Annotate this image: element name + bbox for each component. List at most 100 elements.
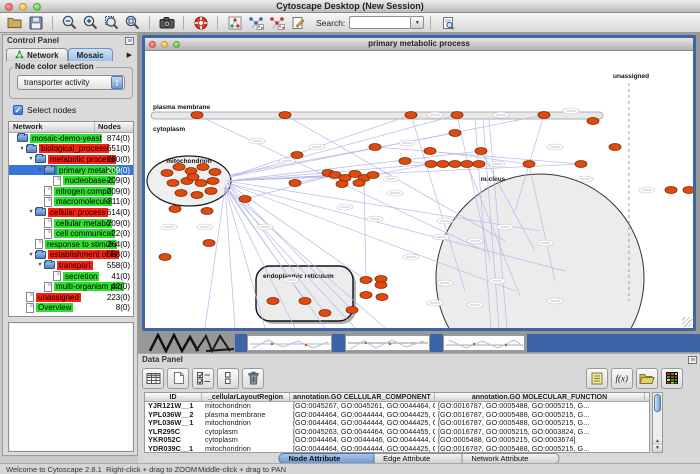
- network-node[interactable]: [575, 161, 587, 168]
- float-panel-icon[interactable]: [125, 37, 134, 45]
- search-input[interactable]: [349, 16, 411, 29]
- background-window[interactable]: [443, 335, 525, 351]
- tree-row-primary-metabol[interactable]: ▼primary metabol209(0): [9, 165, 133, 176]
- network-node[interactable]: [267, 298, 279, 305]
- search-dropdown-arrow[interactable]: ▼: [411, 16, 424, 29]
- float-panel-icon[interactable]: [688, 356, 697, 364]
- network-node[interactable]: [360, 292, 372, 299]
- tree-expander-icon[interactable]: ▼: [27, 252, 35, 258]
- network-canvas[interactable]: plasma membranecytoplasmmitochondrionnuc…: [145, 51, 693, 328]
- network-node[interactable]: [538, 112, 550, 119]
- tree-row-cellular-process[interactable]: ▼cellular process614(0): [9, 207, 133, 218]
- open-session-button[interactable]: [5, 14, 24, 31]
- new-attribute-button[interactable]: [167, 368, 189, 389]
- layout-button[interactable]: [246, 14, 265, 31]
- node-color-dropdown[interactable]: transporter activity ▲▼: [17, 75, 125, 90]
- network-edge[interactable]: [225, 187, 235, 328]
- network-node[interactable]: [587, 118, 599, 125]
- network-node[interactable]: [437, 161, 449, 168]
- tree-row-cellular-metabo[interactable]: cellular metabo209(0): [9, 218, 133, 229]
- network-node[interactable]: [291, 152, 303, 159]
- network-node[interactable]: [375, 282, 387, 289]
- import-attributes-button[interactable]: [636, 368, 658, 389]
- network-node[interactable]: [203, 240, 215, 247]
- tab-mosaic[interactable]: Mosaic: [68, 48, 113, 61]
- scrollbar-thumb[interactable]: [654, 394, 661, 412]
- network-node[interactable]: [205, 188, 217, 195]
- background-window-frame[interactable]: [430, 334, 443, 352]
- tabs-overflow-button[interactable]: ▶: [125, 49, 134, 61]
- tree-expander-icon[interactable]: ▼: [27, 156, 35, 162]
- network-node[interactable]: [369, 144, 381, 151]
- table-row[interactable]: YPL036W__1mitochondrion[GO:0044464, GO:0…: [145, 419, 649, 428]
- unselect-attributes-button[interactable]: [217, 368, 239, 389]
- zoom-fit-button[interactable]: [123, 14, 142, 31]
- notes-button[interactable]: [586, 368, 608, 389]
- network-node[interactable]: [405, 112, 417, 119]
- column-header-3[interactable]: annotation.GO MOLECULAR_FUNCTION: [435, 393, 645, 401]
- table-row[interactable]: YJR121W__1mitochondrion[GO:0045267, GO:0…: [145, 402, 649, 411]
- network-node[interactable]: [353, 180, 365, 187]
- tree-row-nitrogen-compo[interactable]: nitrogen compo209(0): [9, 186, 133, 197]
- select-nodes-checkbox[interactable]: ✓: [13, 105, 23, 115]
- zoom-in-button[interactable]: [81, 14, 100, 31]
- network-node[interactable]: [239, 196, 251, 203]
- tree-expander-icon[interactable]: ▼: [27, 209, 35, 215]
- save-session-button[interactable]: [26, 14, 45, 31]
- tree-row-response-to-stimulu[interactable]: response to stimulu264(0): [9, 239, 133, 250]
- column-header-2[interactable]: annotation.GO CELLULAR_COMPONENT: [290, 393, 435, 401]
- network-node[interactable]: [289, 180, 301, 187]
- column-header-0[interactable]: ID: [145, 393, 202, 401]
- network-node[interactable]: [449, 161, 461, 168]
- network-node[interactable]: [191, 192, 203, 199]
- tree-expander-icon[interactable]: ▼: [36, 262, 44, 268]
- tree-row-mosaic-demo-yeast[interactable]: mosaic-demo-yeast874(0): [9, 133, 133, 144]
- tree-row-cell-communicat[interactable]: cell communicat22(0): [9, 228, 133, 239]
- network-view-window[interactable]: primary metabolic process plasma membran…: [142, 35, 696, 331]
- network-node[interactable]: [360, 277, 372, 284]
- select-attributes-button[interactable]: [192, 368, 214, 389]
- snapshot-button[interactable]: [157, 14, 176, 31]
- network-node[interactable]: [161, 170, 173, 177]
- annotation-button[interactable]: [288, 14, 307, 31]
- table-row[interactable]: YLR295Ccytoplasm[GO:0045263, GO:0044464,…: [145, 428, 649, 437]
- scroll-down-icon[interactable]: ▼: [653, 445, 662, 452]
- network-node[interactable]: [207, 178, 219, 185]
- network-node[interactable]: [424, 148, 436, 155]
- table-row[interactable]: YKR052Ccytoplasm[GO:0044464, GO:0044446,…: [145, 436, 649, 445]
- birds-eye-view[interactable]: [8, 322, 134, 452]
- network-node[interactable]: [367, 172, 379, 179]
- network-node[interactable]: [319, 310, 331, 317]
- zoom-selected-region-button[interactable]: [102, 14, 121, 31]
- network-node[interactable]: [279, 112, 291, 119]
- background-window-frame[interactable]: [235, 334, 247, 352]
- network-node[interactable]: [461, 161, 473, 168]
- tree-row-transport[interactable]: ▼transport558(0): [9, 260, 133, 271]
- tab-network[interactable]: Network: [6, 48, 68, 61]
- network-node[interactable]: [609, 144, 621, 151]
- tree-row-biological-process[interactable]: ▼biological_process651(0): [9, 144, 133, 155]
- network-node[interactable]: [425, 161, 437, 168]
- network-node[interactable]: [159, 254, 171, 261]
- network-node[interactable]: [475, 148, 487, 155]
- table-scrollbar[interactable]: ▲ ▼: [652, 392, 663, 453]
- column-header-1[interactable]: _cellularLayoutRegion: [202, 393, 290, 401]
- network-node[interactable]: [187, 174, 199, 181]
- resize-grip-icon[interactable]: [682, 317, 692, 327]
- heatmap-button[interactable]: [661, 368, 683, 389]
- network-node[interactable]: [399, 158, 411, 165]
- delete-attribute-button[interactable]: [242, 368, 264, 389]
- layout-alt-button[interactable]: [267, 14, 286, 31]
- graphics-details-button[interactable]: [225, 14, 244, 31]
- table-row[interactable]: YDR039C__1mitochondrion[GO:0044464, GO:0…: [145, 445, 649, 453]
- network-node[interactable]: [175, 190, 187, 197]
- compartment-plasma-membrane[interactable]: [151, 112, 603, 119]
- background-window-frame[interactable]: [527, 334, 700, 352]
- background-window[interactable]: [247, 335, 332, 351]
- network-node[interactable]: [169, 206, 181, 213]
- network-edge[interactable]: [373, 164, 431, 175]
- zoom-out-button[interactable]: [60, 14, 79, 31]
- network-node[interactable]: [451, 112, 463, 119]
- network-node[interactable]: [376, 294, 388, 301]
- dropdown-stepper-icon[interactable]: ▲▼: [111, 76, 123, 89]
